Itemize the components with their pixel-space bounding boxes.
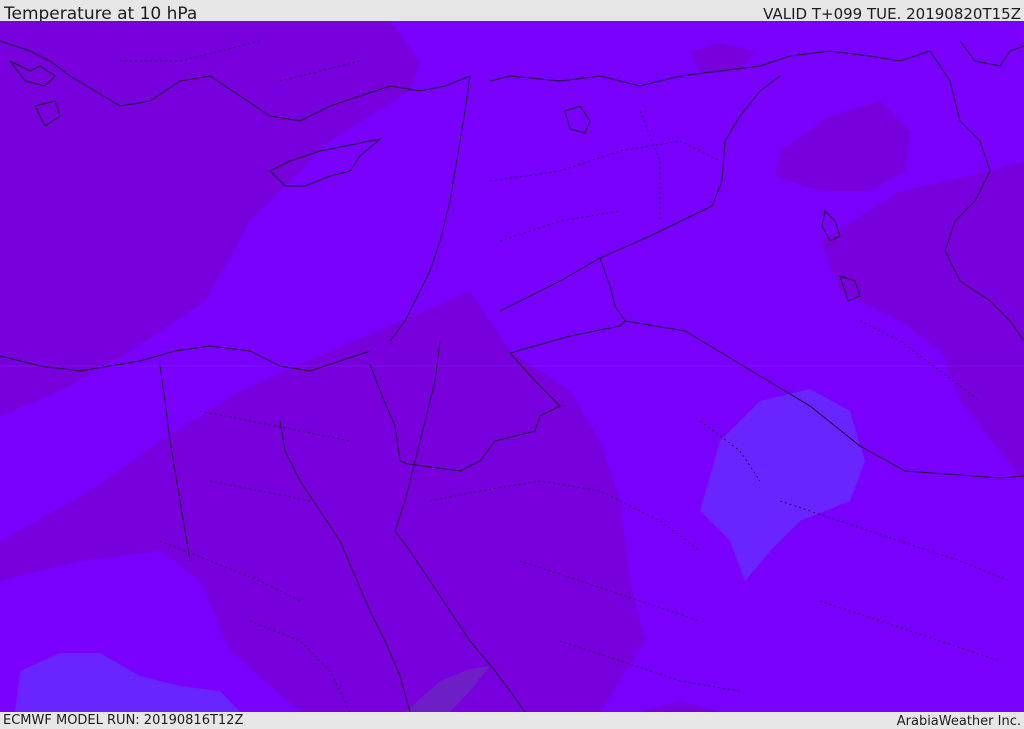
credit: ArabiaWeather Inc.	[896, 714, 1021, 729]
header-bar: Temperature at 10 hPa VALID T+099 TUE. 2…	[0, 0, 1024, 24]
weather-map-page: Temperature at 10 hPa VALID T+099 TUE. 2…	[0, 0, 1024, 729]
model-run: ECMWF MODEL RUN: 20190816T12Z	[3, 713, 244, 728]
footer-bar: ECMWF MODEL RUN: 20190816T12Z ArabiaWeat…	[0, 712, 1024, 729]
map-canvas	[0, 21, 1024, 712]
temperature-map	[0, 21, 1024, 712]
